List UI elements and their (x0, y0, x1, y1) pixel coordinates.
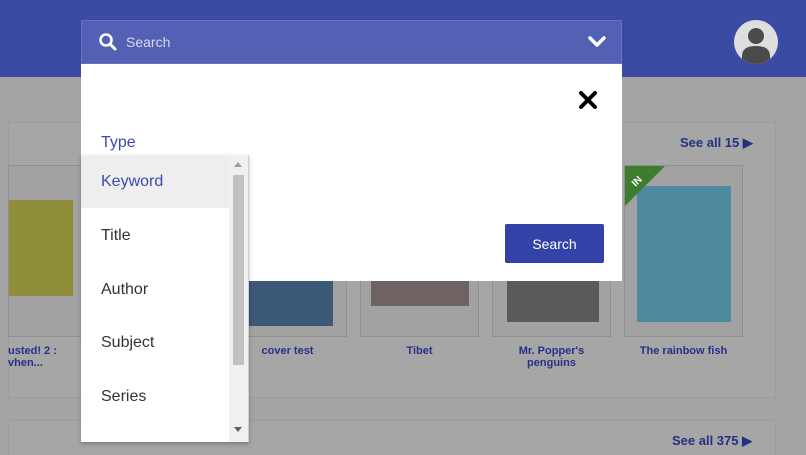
search-icon (99, 33, 117, 51)
type-option-title[interactable]: Title (81, 209, 229, 262)
type-option-subject[interactable]: Subject (81, 316, 229, 369)
book-title[interactable]: Mr. Popper's penguins (492, 345, 611, 369)
book-title[interactable]: The rainbow fish (620, 345, 747, 357)
book-title[interactable]: usted! 2 : vhen... (8, 345, 78, 369)
type-label: Type (101, 134, 136, 151)
see-all-link[interactable]: See all 15 ▶ (680, 135, 753, 151)
search-button[interactable]: Search (505, 224, 604, 263)
type-option-author[interactable]: Author (81, 263, 229, 316)
book-title[interactable]: Tibet (360, 345, 479, 357)
type-dropdown[interactable]: Keyword Title Author Subject Series (81, 155, 249, 442)
scroll-up-icon[interactable] (234, 162, 242, 167)
chevron-down-icon[interactable] (587, 35, 607, 49)
search-input[interactable]: Search (126, 34, 587, 50)
user-icon (742, 28, 770, 64)
scroll-down-icon[interactable] (234, 427, 242, 432)
dropdown-scrollbar[interactable] (229, 155, 248, 442)
avatar[interactable] (734, 20, 778, 64)
type-option-series[interactable]: Series (81, 370, 229, 423)
close-icon[interactable] (577, 89, 599, 111)
book-cover[interactable] (8, 165, 82, 337)
scrollbar-thumb[interactable] (233, 175, 244, 365)
book-cover[interactable]: IN (624, 165, 743, 337)
type-option-keyword[interactable]: Keyword (81, 155, 229, 208)
in-badge-icon: IN (625, 166, 665, 206)
see-all-link[interactable]: See all 375 ▶ (672, 433, 752, 449)
search-bar[interactable]: Search (81, 20, 622, 64)
